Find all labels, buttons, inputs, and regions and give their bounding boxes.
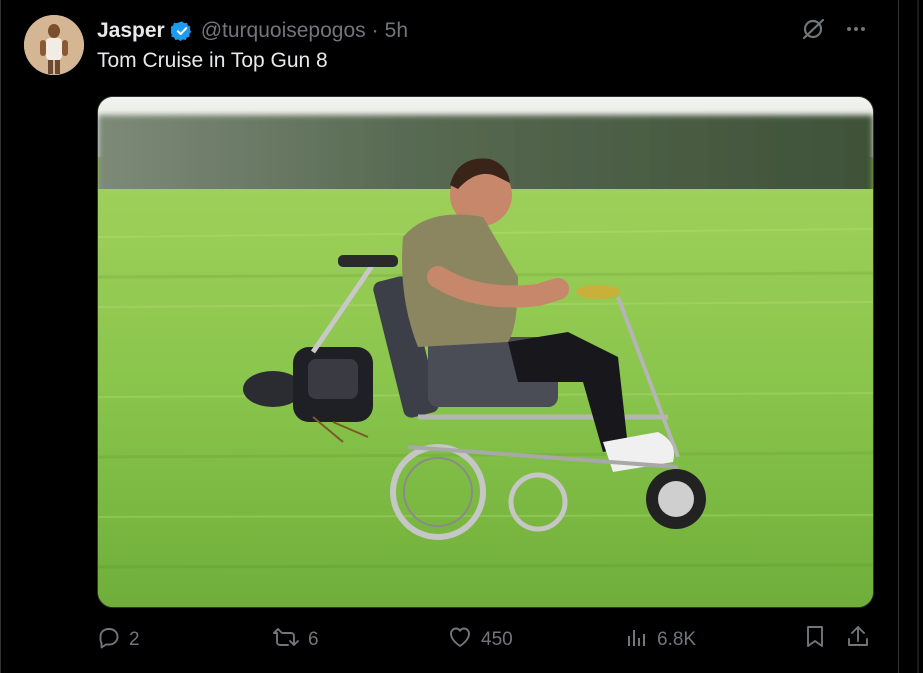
- heart-icon: [447, 625, 473, 655]
- repost-count: 6: [308, 629, 319, 650]
- separator-dot: ·: [371, 19, 379, 42]
- analytics-icon: [625, 625, 649, 655]
- reply-button[interactable]: 2: [97, 622, 140, 658]
- more-icon[interactable]: [844, 17, 868, 46]
- share-icon: [845, 624, 871, 656]
- bookmark-icon: [803, 624, 827, 656]
- tweet-image[interactable]: [97, 96, 874, 608]
- timestamp[interactable]: 5h: [385, 19, 408, 43]
- verified-badge-icon: [169, 20, 193, 42]
- scrollbar[interactable]: [899, 0, 923, 673]
- tweet-text: Tom Cruise in Top Gun 8: [97, 49, 328, 72]
- top-actions: [800, 16, 868, 47]
- like-count: 450: [481, 629, 513, 650]
- author-handle[interactable]: @turquoisepogos: [201, 19, 366, 43]
- tweet-header: Jasper @turquoisepogos · 5h: [97, 16, 408, 46]
- author-name[interactable]: Jasper: [97, 19, 165, 43]
- bookmark-button[interactable]: [803, 622, 827, 658]
- like-button[interactable]: 450: [447, 622, 513, 658]
- share-button[interactable]: [845, 622, 871, 658]
- action-bar: 2 6 450 6.8K: [97, 622, 877, 658]
- repost-button[interactable]: 6: [272, 622, 319, 658]
- repost-icon: [272, 625, 300, 655]
- avatar[interactable]: [24, 15, 84, 75]
- views-button[interactable]: 6.8K: [625, 622, 696, 658]
- grok-icon[interactable]: [800, 16, 826, 47]
- tweet-card[interactable]: Jasper @turquoisepogos · 5h Tom Cruise i…: [0, 0, 923, 673]
- reply-count: 2: [129, 629, 140, 650]
- views-count: 6.8K: [657, 629, 697, 650]
- left-divider: [0, 0, 1, 673]
- reply-icon: [97, 625, 121, 655]
